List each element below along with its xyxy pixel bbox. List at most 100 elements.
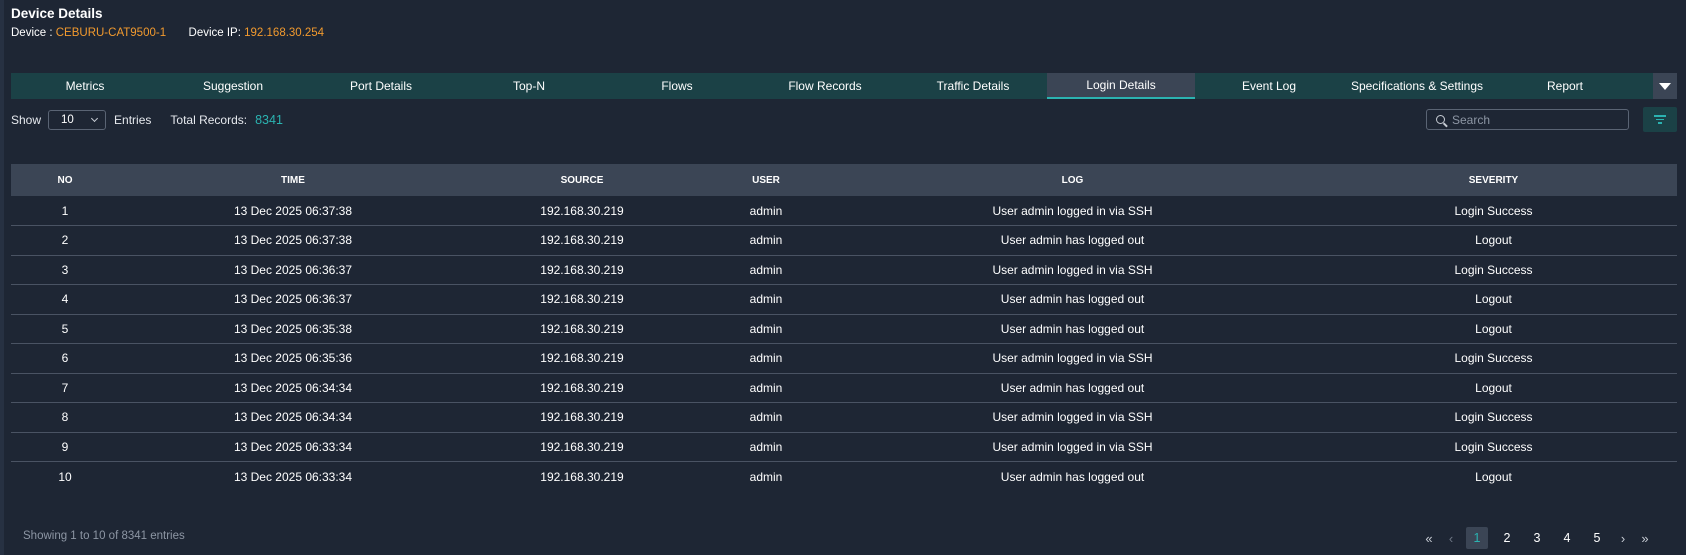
cell-time: 13 Dec 2025 06:35:36 <box>233 351 353 366</box>
tab-report[interactable]: Report <box>1491 73 1639 99</box>
table-row: 10 13 Dec 2025 06:33:34 192.168.30.219 a… <box>11 462 1677 492</box>
cell-user: admin <box>749 439 783 454</box>
cell-log: User admin logged in via SSH <box>992 262 1153 277</box>
next-page-button[interactable]: › <box>1612 531 1634 546</box>
cell-source: 192.168.30.219 <box>540 469 624 484</box>
cell-no: 1 <box>61 203 69 218</box>
page-button-5[interactable]: 5 <box>1586 527 1608 549</box>
cell-time: 13 Dec 2025 06:34:34 <box>233 410 353 425</box>
entries-select[interactable]: 10 <box>48 110 107 130</box>
cell-time: 13 Dec 2025 06:37:38 <box>233 203 353 218</box>
search-input[interactable] <box>1452 112 1612 127</box>
cell-no: 2 <box>61 233 69 248</box>
page-button-1[interactable]: 1 <box>1466 527 1488 549</box>
column-header-log[interactable]: LOG <box>835 164 1310 196</box>
caret-down-icon <box>1659 82 1671 90</box>
device-meta: Device : CEBURU-CAT9500-1 Device IP: 192… <box>11 27 324 39</box>
total-records-value: 8341 <box>255 113 283 127</box>
total-records-label: Total Records: <box>170 113 248 127</box>
column-header-source[interactable]: SOURCE <box>467 164 697 196</box>
last-page-button[interactable]: » <box>1634 531 1656 546</box>
pagination-summary: Showing 1 to 10 of 8341 entries <box>23 530 185 542</box>
login-details-table: NO TIME SOURCE USER LOG SEVERITY 1 13 De… <box>11 164 1677 491</box>
cell-severity: Login Success <box>1454 351 1533 366</box>
column-header-user[interactable]: USER <box>697 164 835 196</box>
show-label: Show <box>11 113 42 127</box>
first-page-button[interactable]: « <box>1418 531 1440 546</box>
cell-user: admin <box>749 262 783 277</box>
table-row: 7 13 Dec 2025 06:34:34 192.168.30.219 ad… <box>11 373 1677 403</box>
cell-time: 13 Dec 2025 06:33:34 <box>233 469 353 484</box>
cell-log: User admin logged in via SSH <box>992 203 1153 218</box>
page-button-3[interactable]: 3 <box>1526 527 1548 549</box>
cell-user: admin <box>749 233 783 248</box>
cell-user: admin <box>749 203 783 218</box>
page-header: Device Details Device : CEBURU-CAT9500-1… <box>11 6 324 39</box>
cell-severity: Logout <box>1475 292 1512 307</box>
pagination: « ‹ 1 2 3 4 5 › » <box>1418 526 1656 550</box>
tab-metrics[interactable]: Metrics <box>11 73 159 99</box>
page-button-2[interactable]: 2 <box>1496 527 1518 549</box>
tab-event-log[interactable]: Event Log <box>1195 73 1343 99</box>
tab-flows[interactable]: Flows <box>603 73 751 99</box>
cell-no: 4 <box>61 292 69 307</box>
device-label: Device : <box>11 27 53 39</box>
tab-more-button[interactable] <box>1653 73 1677 99</box>
cell-no: 7 <box>61 380 69 395</box>
column-header-severity[interactable]: SEVERITY <box>1310 164 1677 196</box>
cell-severity: Logout <box>1475 469 1512 484</box>
cell-source: 192.168.30.219 <box>540 321 624 336</box>
prev-page-button[interactable]: ‹ <box>1440 531 1462 546</box>
search-icon <box>1436 115 1445 124</box>
cell-source: 192.168.30.219 <box>540 262 624 277</box>
table-row: 9 13 Dec 2025 06:33:34 192.168.30.219 ad… <box>11 432 1677 462</box>
tab-traffic-details[interactable]: Traffic Details <box>899 73 1047 99</box>
cell-log: User admin logged in via SSH <box>992 351 1153 366</box>
tab-port-details[interactable]: Port Details <box>307 73 455 99</box>
tab-specifications-settings[interactable]: Specifications & Settings <box>1343 73 1491 99</box>
cell-source: 192.168.30.219 <box>540 439 624 454</box>
cell-user: admin <box>749 469 783 484</box>
tab-bar: Metrics Suggestion Port Details Top-N Fl… <box>11 73 1677 99</box>
cell-severity: Login Success <box>1454 439 1533 454</box>
cell-log: User admin has logged out <box>1000 469 1145 484</box>
cell-severity: Login Success <box>1454 410 1533 425</box>
chevron-down-icon <box>90 114 99 123</box>
tab-flow-records[interactable]: Flow Records <box>751 73 899 99</box>
table-row: 5 13 Dec 2025 06:35:38 192.168.30.219 ad… <box>11 314 1677 344</box>
table-row: 2 13 Dec 2025 06:37:38 192.168.30.219 ad… <box>11 226 1677 255</box>
tab-suggestion[interactable]: Suggestion <box>159 73 307 99</box>
cell-log: User admin logged in via SSH <box>992 439 1153 454</box>
entries-label: Entries <box>114 113 152 127</box>
table-row: 6 13 Dec 2025 06:35:36 192.168.30.219 ad… <box>11 344 1677 373</box>
filter-icon <box>1654 115 1666 124</box>
search-box <box>1426 109 1629 130</box>
cell-no: 9 <box>61 439 69 454</box>
cell-user: admin <box>749 410 783 425</box>
cell-user: admin <box>749 351 783 366</box>
tab-top-n[interactable]: Top-N <box>455 73 603 99</box>
cell-severity: Login Success <box>1454 203 1533 218</box>
cell-no: 10 <box>58 469 72 484</box>
cell-no: 3 <box>61 262 69 277</box>
cell-user: admin <box>749 292 783 307</box>
column-header-time[interactable]: TIME <box>119 164 467 196</box>
cell-time: 13 Dec 2025 06:33:34 <box>233 439 353 454</box>
cell-log: User admin has logged out <box>1000 321 1145 336</box>
table-controls: Show 10 Entries Total Records: 8341 <box>11 109 283 131</box>
table-row: 3 13 Dec 2025 06:36:37 192.168.30.219 ad… <box>11 255 1677 285</box>
cell-user: admin <box>749 321 783 336</box>
tab-login-details[interactable]: Login Details <box>1047 73 1195 99</box>
cell-log: User admin has logged out <box>1000 380 1145 395</box>
filter-button[interactable] <box>1643 107 1677 132</box>
cell-source: 192.168.30.219 <box>540 410 624 425</box>
cell-source: 192.168.30.219 <box>540 351 624 366</box>
cell-time: 13 Dec 2025 06:36:37 <box>233 292 353 307</box>
cell-source: 192.168.30.219 <box>540 292 624 307</box>
device-ip-label: Device IP: <box>188 27 241 39</box>
cell-log: User admin has logged out <box>1000 233 1145 248</box>
page-button-4[interactable]: 4 <box>1556 527 1578 549</box>
cell-time: 13 Dec 2025 06:35:38 <box>233 321 353 336</box>
column-header-no[interactable]: NO <box>11 164 119 196</box>
cell-no: 5 <box>61 321 69 336</box>
